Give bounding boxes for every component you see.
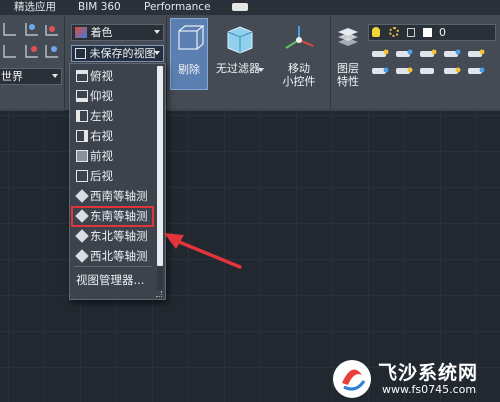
view-manager-item[interactable]: 视图管理器... (72, 270, 158, 290)
layer-properties-button[interactable]: 图层 特性 (333, 18, 363, 90)
list-item-front-view[interactable]: 前视 (72, 146, 156, 166)
tab-overflow-icon[interactable] (232, 3, 248, 11)
color-swatch-icon (422, 28, 432, 37)
highlight-box (71, 206, 154, 227)
list-item-label: 右视 (90, 129, 113, 143)
list-item-left-view[interactable]: 左视 (72, 106, 156, 126)
visual-style-value: 着色 (90, 26, 113, 39)
layer-stack-icon (338, 28, 358, 46)
view-combo[interactable]: 未保存的视图 (71, 45, 164, 62)
panel-separator (166, 17, 167, 109)
resize-grip-icon[interactable] (156, 291, 162, 297)
list-item-label: 左视 (90, 109, 113, 123)
tab-performance[interactable]: Performance (144, 1, 211, 14)
view-manager-label: 视图管理器... (76, 273, 145, 287)
layer-tool-grid (370, 46, 494, 92)
list-item-right-view[interactable]: 右视 (72, 126, 156, 146)
menu-divider (74, 266, 152, 267)
ribbon-tab-bar: 精选应用 BIM 360 Performance (0, 0, 500, 15)
iso-cube-icon (75, 229, 89, 243)
view-icon (75, 48, 86, 59)
visual-style-combo[interactable]: 着色 (71, 24, 164, 41)
panel-separator (330, 17, 331, 109)
view-face-icon (76, 170, 88, 182)
chevron-down-icon (52, 74, 58, 78)
cull-button[interactable]: 剔除 (170, 18, 208, 90)
cube-filter-icon (227, 26, 253, 54)
list-item-label: 后视 (90, 169, 113, 183)
list-item-label: 西南等轴测 (90, 189, 148, 203)
tab-bim360[interactable]: BIM 360 (78, 1, 121, 14)
watermark-title: 飞沙系统网 (378, 362, 479, 384)
ucs-icons[interactable] (0, 19, 62, 63)
list-item-label: 仰视 (90, 89, 113, 103)
list-item-label: 前视 (90, 149, 113, 163)
list-item-nw-iso[interactable]: 西北等轴测 (72, 246, 156, 266)
panel-separator (64, 17, 65, 109)
cull-icon (178, 25, 205, 50)
gizmo-label: 小控件 (282, 75, 316, 88)
red-arrow-annotation (164, 233, 242, 269)
no-filter-button[interactable]: 无过滤器 (210, 18, 266, 90)
watermark-logo (333, 360, 371, 398)
ucs-world-value: 世界 (1, 70, 23, 83)
layer-name-value: 0 (439, 26, 446, 39)
list-item-bottom-view[interactable]: 仰视 (72, 86, 156, 106)
layer-state-combo[interactable]: 0 (368, 24, 496, 41)
layer-props-label: 图层 (337, 62, 359, 75)
list-item-label: 东北等轴测 (90, 229, 148, 243)
list-item-top-view[interactable]: 俯视 (72, 66, 156, 86)
shaded-style-icon (75, 27, 87, 38)
iso-cube-icon (75, 189, 89, 203)
move-gizmo-button[interactable]: 移动 小控件 (270, 18, 328, 90)
cull-label: 剔除 (178, 63, 200, 76)
lightbulb-icon (372, 27, 380, 37)
lock-icon (407, 28, 415, 37)
move-label: 移动 (288, 62, 310, 75)
chevron-down-icon (258, 68, 264, 72)
move-gizmo-icon (285, 26, 314, 49)
layer-props-label-2: 特性 (337, 75, 359, 88)
list-item-label: 俯视 (90, 69, 113, 83)
view-combo-value: 未保存的视图 (89, 47, 156, 60)
list-item-ne-iso[interactable]: 东北等轴测 (72, 226, 156, 246)
view-face-icon (76, 90, 88, 102)
view-face-icon (76, 150, 88, 162)
coordinate-tools (0, 19, 62, 63)
view-face-icon (76, 110, 88, 122)
tab-featured-apps[interactable]: 精选应用 (14, 1, 56, 14)
view-face-icon (76, 70, 88, 82)
layer-tools-icons[interactable] (370, 46, 494, 92)
iso-cube-icon (75, 249, 89, 263)
view-face-icon (76, 130, 88, 142)
watermark: 飞沙系统网 www.fs0745.com (330, 355, 500, 402)
chevron-down-icon (154, 51, 160, 55)
list-item-sw-iso[interactable]: 西南等轴测 (72, 186, 156, 206)
list-item-back-view[interactable]: 后视 (72, 166, 156, 186)
watermark-url: www.fs0745.com (382, 383, 477, 396)
list-item-label: 西北等轴测 (90, 249, 148, 263)
sun-icon (388, 27, 399, 37)
ucs-world-combo[interactable]: 世界 (0, 68, 62, 85)
chevron-down-icon (154, 30, 160, 34)
